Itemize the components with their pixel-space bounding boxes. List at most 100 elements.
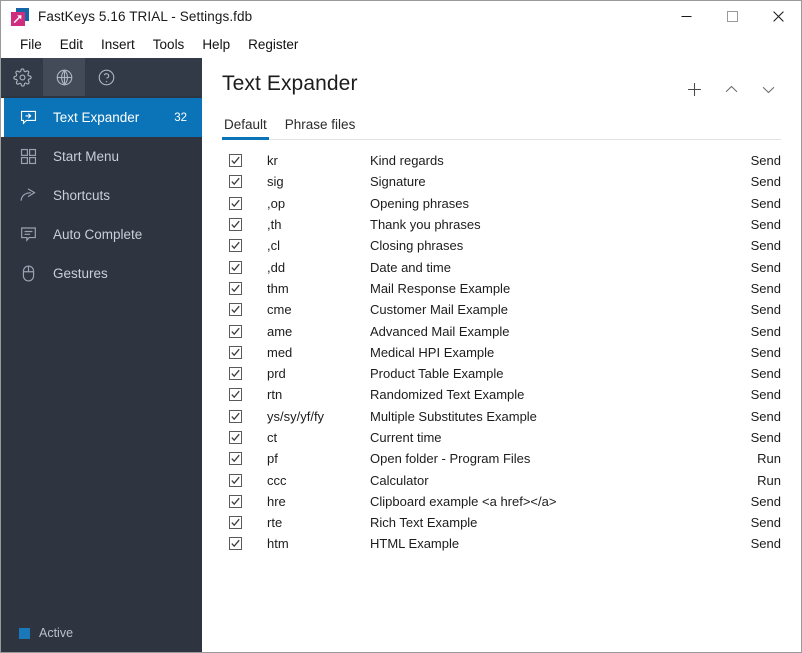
row-checkbox[interactable] <box>229 281 242 295</box>
table-row[interactable]: med Medical HPI Example Send <box>222 342 781 363</box>
row-abbreviation: thm <box>267 280 289 296</box>
sidebar-item-auto-complete[interactable]: Auto Complete <box>1 215 202 254</box>
row-action: Send <box>750 408 781 424</box>
row-checkbox[interactable] <box>229 345 242 359</box>
sidebar-item-text-expander[interactable]: Text Expander 32 <box>1 98 202 137</box>
menu-item-file[interactable]: File <box>11 35 51 55</box>
row-checkbox[interactable] <box>229 239 242 253</box>
close-icon <box>772 11 784 22</box>
phrase-list: kr Kind regards Send sig Signature Send ,op Ope… <box>202 150 801 652</box>
menu-item-tools[interactable]: Tools <box>144 35 194 55</box>
row-checkbox[interactable] <box>229 218 242 232</box>
table-row[interactable]: ccc Calculator Run <box>222 469 781 490</box>
menu-item-help[interactable]: Help <box>193 35 239 55</box>
row-abbreviation: htm <box>267 536 289 552</box>
row-checkbox[interactable] <box>229 303 242 317</box>
row-checkbox[interactable] <box>229 494 242 508</box>
menu-item-register[interactable]: Register <box>239 35 307 55</box>
main-content: Text Expander Default Phrase files kr Ki… <box>202 58 801 652</box>
move-down-button[interactable] <box>755 76 781 102</box>
tab-bar: Default Phrase files <box>222 115 781 140</box>
sidebar-item-gestures[interactable]: Gestures <box>1 254 202 293</box>
table-row[interactable]: ,dd Date and time Send <box>222 256 781 277</box>
table-row[interactable]: rtn Randomized Text Example Send <box>222 384 781 405</box>
row-checkbox[interactable] <box>229 175 242 189</box>
row-checkbox[interactable] <box>229 324 242 338</box>
row-checkbox[interactable] <box>229 260 242 274</box>
table-row[interactable]: htm HTML Example Send <box>222 533 781 554</box>
row-description: Product Table Example <box>370 366 504 382</box>
row-checkbox[interactable] <box>229 409 242 423</box>
table-row[interactable]: ct Current time Send <box>222 427 781 448</box>
speech-bubble-arrow-icon <box>17 107 39 129</box>
row-abbreviation: ccc <box>267 472 287 488</box>
table-row[interactable]: rte Rich Text Example Send <box>222 512 781 533</box>
row-abbreviation: ame <box>267 323 293 339</box>
help-button[interactable] <box>85 58 127 96</box>
row-abbreviation: prd <box>267 366 286 382</box>
table-row[interactable]: ,th Thank you phrases Send <box>222 214 781 235</box>
row-action: Send <box>750 515 781 531</box>
row-action: Send <box>750 344 781 360</box>
move-up-button[interactable] <box>718 76 744 102</box>
row-description: Clipboard example <a href></a> <box>370 493 557 509</box>
settings-button[interactable] <box>1 58 43 96</box>
table-row[interactable]: pf Open folder - Program Files Run <box>222 448 781 469</box>
row-checkbox[interactable] <box>229 452 242 466</box>
table-row[interactable]: ,op Opening phrases Send <box>222 193 781 214</box>
row-description: Calculator <box>370 472 429 488</box>
row-checkbox[interactable] <box>229 154 242 168</box>
add-phrase-button[interactable] <box>681 76 707 102</box>
mouse-icon <box>17 263 39 285</box>
table-row[interactable]: ame Advanced Mail Example Send <box>222 320 781 341</box>
sidebar-item-start-menu[interactable]: Start Menu <box>1 137 202 176</box>
table-row[interactable]: ,cl Closing phrases Send <box>222 235 781 256</box>
table-row[interactable]: sig Signature Send <box>222 171 781 192</box>
sidebar-item-label: Start Menu <box>53 149 120 164</box>
table-row[interactable]: prd Product Table Example Send <box>222 363 781 384</box>
minimize-button[interactable] <box>663 1 709 32</box>
table-row[interactable]: ys/sy/yf/fy Multiple Substitutes Example S… <box>222 406 781 427</box>
row-description: Signature <box>370 174 426 190</box>
row-action: Send <box>750 280 781 296</box>
table-row[interactable]: hre Clipboard example <a href></a> Send <box>222 491 781 512</box>
row-checkbox[interactable] <box>229 388 242 402</box>
status-indicator-icon <box>19 627 30 639</box>
row-abbreviation: kr <box>267 153 278 169</box>
tab-default[interactable]: Default <box>222 115 269 140</box>
row-abbreviation: ,cl <box>267 238 280 254</box>
row-action: Send <box>750 536 781 552</box>
table-row[interactable]: cme Customer Mail Example Send <box>222 299 781 320</box>
table-row[interactable]: thm Mail Response Example Send <box>222 278 781 299</box>
maximize-icon <box>726 11 738 22</box>
row-abbreviation: ys/sy/yf/fy <box>267 408 325 424</box>
sidebar-item-shortcuts[interactable]: Shortcuts <box>1 176 202 215</box>
row-checkbox[interactable] <box>229 367 242 381</box>
chevron-up-icon <box>725 85 737 92</box>
row-checkbox[interactable] <box>229 431 242 444</box>
language-button[interactable] <box>43 58 85 96</box>
row-checkbox[interactable] <box>229 516 242 530</box>
row-action: Send <box>750 174 781 190</box>
menu-bar: File Edit Insert Tools Help Register <box>1 32 801 58</box>
menu-item-edit[interactable]: Edit <box>51 35 92 55</box>
row-description: Opening phrases <box>370 195 470 211</box>
close-button[interactable] <box>755 1 801 32</box>
row-action: Send <box>750 195 781 211</box>
row-checkbox[interactable] <box>229 473 242 487</box>
menu-item-insert[interactable]: Insert <box>92 35 144 55</box>
window-controls <box>663 1 801 32</box>
row-checkbox[interactable] <box>229 537 242 551</box>
tab-phrase-files[interactable]: Phrase files <box>283 115 358 139</box>
page-title: Text Expander <box>222 72 358 95</box>
row-abbreviation: sig <box>267 174 284 190</box>
row-abbreviation: ,op <box>267 195 286 211</box>
row-description: Thank you phrases <box>370 217 481 233</box>
table-row[interactable]: kr Kind regards Send <box>222 150 781 171</box>
row-checkbox[interactable] <box>229 196 242 210</box>
row-description: Randomized Text Example <box>370 387 525 403</box>
sidebar-item-label: Shortcuts <box>53 188 111 203</box>
sidebar-item-label: Text Expander <box>53 110 140 125</box>
maximize-button[interactable] <box>709 1 755 32</box>
row-action: Send <box>750 259 781 275</box>
